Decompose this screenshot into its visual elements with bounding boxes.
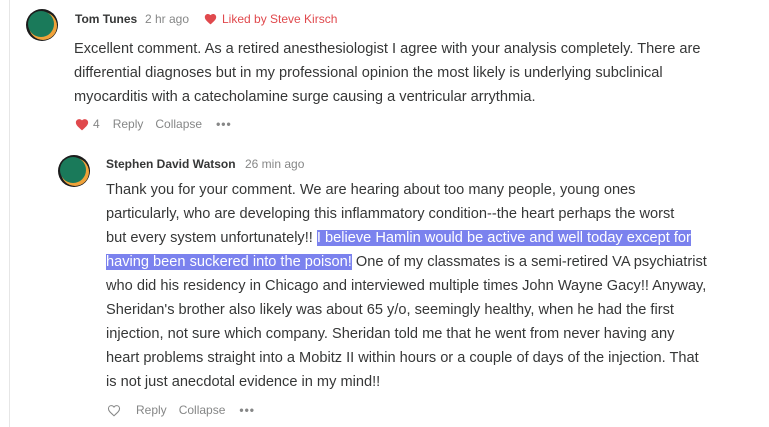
liked-by-badge: Liked by Steve Kirsch — [204, 12, 337, 26]
comment-body-line: Thank you for your comment. We are heari… — [106, 182, 636, 198]
comment-body-line: heart problems straight into a Mobitz II… — [106, 350, 699, 366]
liked-by-text: Liked by Steve Kirsch — [222, 12, 338, 26]
selected-text: I believe Hamlin would be active and wel… — [316, 230, 691, 246]
comment-body-line: is not just anecdotal evidence in my min… — [106, 374, 381, 390]
comment-body-text: but every system unfortunately!! — [106, 230, 317, 246]
comment-timestamp[interactable]: 26 min ago — [245, 157, 304, 171]
avatar-icon — [26, 9, 58, 41]
heart-outline-icon — [107, 404, 121, 416]
collapse-button[interactable]: Collapse — [155, 117, 202, 131]
reply-button[interactable]: Reply — [136, 403, 167, 417]
avatar[interactable] — [26, 9, 58, 41]
comment-timestamp[interactable]: 2 hr ago — [145, 12, 189, 26]
selected-text: having been suckered into the poison! — [106, 254, 352, 270]
like-button[interactable] — [107, 404, 121, 417]
heart-icon — [75, 118, 89, 130]
like-count: 4 — [93, 117, 100, 131]
comment-body-line: particularly, who are developing this in… — [106, 206, 675, 222]
reply-button[interactable]: Reply — [113, 117, 144, 131]
comment-body: Thank you for your comment. We are heari… — [106, 178, 766, 394]
comment-actions: 4 Reply Collapse ••• — [75, 117, 232, 131]
comment-body-line: having been suckered into the poison! On… — [106, 250, 766, 274]
avatar[interactable] — [58, 155, 90, 187]
comment-body-line: who did his residency in Chicago and int… — [106, 278, 707, 294]
comment-body-line: differential diagnoses but in my profess… — [74, 65, 663, 81]
comment-body-text: One of my classmates is a semi-retired V… — [351, 254, 707, 270]
thread-line — [9, 0, 10, 427]
comment-actions: Reply Collapse ••• — [107, 403, 255, 417]
comment-body-line: Sheridan's brother also likely was about… — [106, 302, 674, 318]
avatar-icon — [58, 155, 90, 187]
comment-body-line: myocarditis with a catecholamine surge c… — [74, 89, 536, 105]
more-options-button[interactable]: ••• — [239, 403, 255, 417]
collapse-button[interactable]: Collapse — [179, 403, 226, 417]
comment-body-line: Excellent comment. As a retired anesthes… — [74, 41, 701, 57]
comment-body-line: but every system unfortunately!! I belie… — [106, 226, 766, 250]
comment-author[interactable]: Tom Tunes — [75, 12, 137, 26]
comment-body-line: injection, not sure which company. Sheri… — [106, 326, 675, 342]
like-button[interactable]: 4 — [75, 117, 100, 131]
comment-body: Excellent comment. As a retired anesthes… — [74, 37, 764, 109]
comment-author[interactable]: Stephen David Watson — [106, 157, 236, 171]
more-options-button[interactable]: ••• — [216, 117, 232, 131]
heart-icon — [204, 13, 217, 25]
